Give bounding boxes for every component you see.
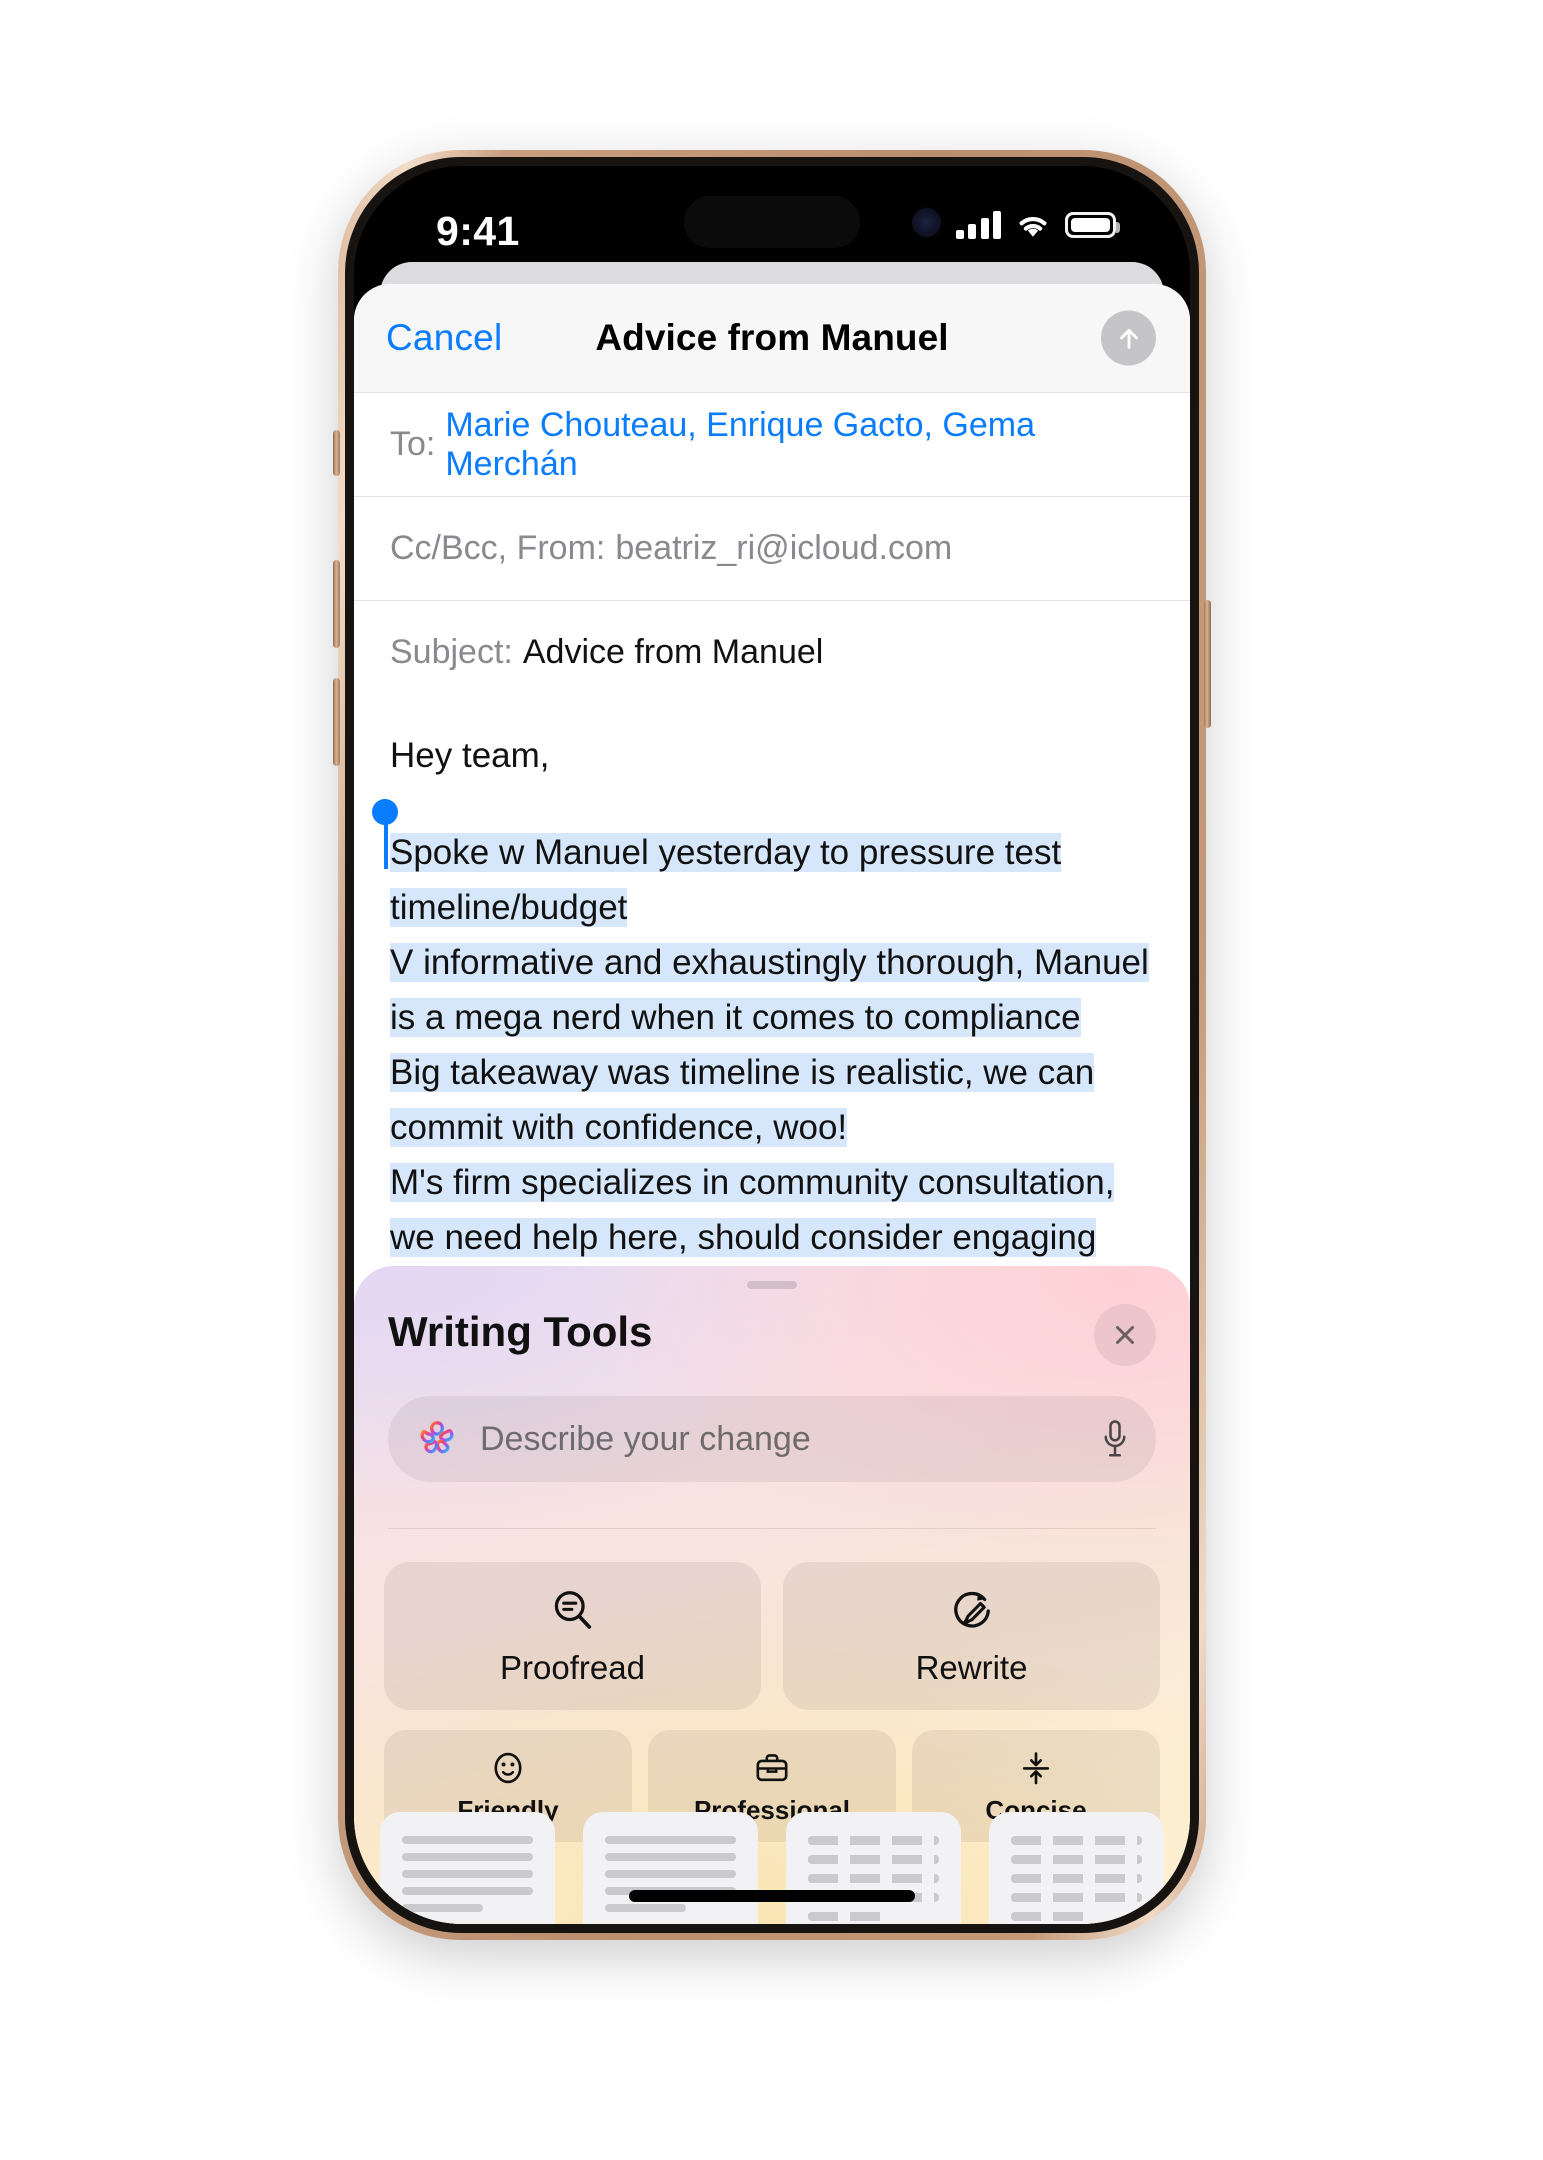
writing-tools-grabber[interactable] (747, 1281, 797, 1289)
dynamic-island (684, 196, 860, 248)
microphone-icon[interactable] (1100, 1418, 1130, 1460)
phone-screen: 9:41 Cancel Advice from Manuel To: Marie… (354, 166, 1190, 1924)
front-camera-icon (912, 208, 941, 237)
proofread-magnifier-icon (554, 1591, 591, 1629)
home-indicator[interactable] (629, 1890, 915, 1902)
field-to[interactable]: To: Marie Chouteau, Enrique Gacto, Gema … (354, 392, 1190, 496)
doc-lines (808, 1836, 939, 1921)
doc-lines (1011, 1836, 1142, 1921)
wifi-icon (1019, 216, 1047, 237)
briefcase-icon (756, 1753, 788, 1781)
screenshot-root: 9:41 Cancel Advice from Manuel To: Marie… (0, 0, 1543, 2160)
body-line-1: Spoke w Manuel yesterday to pressure tes… (390, 833, 1062, 927)
summary-cards-row (380, 1812, 1164, 1924)
summary-card-list-1[interactable] (786, 1812, 961, 1924)
summary-card-paragraph-1[interactable] (380, 1812, 555, 1924)
status-bar-time: 9:41 (436, 208, 520, 254)
body-line-3: Big takeaway was timeline is realistic, … (390, 1053, 1095, 1147)
panel-divider (388, 1528, 1156, 1529)
selected-text-block[interactable]: Spoke w Manuel yesterday to pressure tes… (372, 799, 1154, 1320)
field-cc-bcc-from[interactable]: Cc/Bcc, From: beatriz_ri@icloud.com (354, 496, 1190, 600)
summary-card-list-2[interactable] (989, 1812, 1164, 1924)
status-bar-indicators (955, 211, 1120, 239)
send-button[interactable] (1101, 310, 1156, 366)
compress-arrows-icon (1022, 1751, 1050, 1784)
email-body[interactable]: Hey team, Spoke w Manuel yesterday to pr… (354, 704, 1190, 1320)
apple-intelligence-icon (420, 1421, 454, 1454)
field-to-label: To: (390, 425, 436, 463)
rewrite-label: Rewrite (915, 1649, 1028, 1686)
describe-change-input[interactable]: Describe your change (388, 1396, 1156, 1482)
field-subject[interactable]: Subject: Advice from Manuel (354, 600, 1190, 704)
body-greeting: Hey team, (390, 736, 550, 775)
rewrite-button[interactable]: Rewrite (783, 1562, 1160, 1710)
proofread-button[interactable]: Proofread (384, 1562, 761, 1710)
writing-tools-title: Writing Tools (388, 1308, 653, 1355)
smiley-face-icon (494, 1752, 522, 1783)
close-icon (1116, 1326, 1134, 1344)
volume-down-button[interactable] (333, 678, 340, 766)
compose-navigation-bar: Cancel Advice from Manuel (354, 284, 1190, 392)
field-to-value: Marie Chouteau, Enrique Gacto, Gema Merc… (445, 405, 1035, 483)
cellular-signal-icon (955, 211, 1001, 239)
silence-switch[interactable] (333, 430, 340, 476)
primary-actions-row: Proofread Rewrite (384, 1562, 1160, 1710)
body-line-2: V informative and exhaustingly thorough,… (390, 943, 1149, 1037)
cancel-button[interactable]: Cancel (386, 317, 502, 359)
field-subject-label: Subject: (390, 633, 513, 671)
selection-caret-start (384, 821, 388, 869)
page-title: Advice from Manuel (595, 317, 949, 358)
close-button[interactable] (1094, 1304, 1156, 1366)
field-cc-label: Cc/Bcc, From: (390, 529, 606, 567)
battery-icon (1065, 212, 1120, 238)
arrow-up-icon (1119, 328, 1138, 349)
power-button[interactable] (1204, 600, 1211, 728)
field-subject-value: Advice from Manuel (522, 633, 824, 671)
describe-change-placeholder: Describe your change (480, 1419, 811, 1458)
doc-lines (402, 1836, 533, 1912)
proofread-label: Proofread (500, 1649, 645, 1686)
volume-up-button[interactable] (333, 560, 340, 648)
summary-card-paragraph-2[interactable] (583, 1812, 758, 1924)
field-from-value: beatriz_ri@icloud.com (615, 529, 953, 567)
writing-tools-panel: Writing Tools Describe your change Proof… (354, 1266, 1190, 1924)
rewrite-circular-pencil-icon (953, 1591, 990, 1628)
